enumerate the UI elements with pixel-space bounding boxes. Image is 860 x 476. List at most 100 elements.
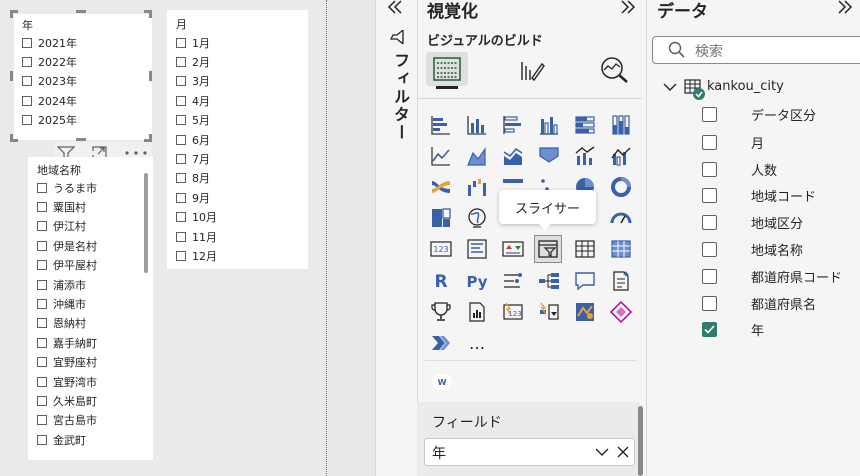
more-options-icon[interactable] [124,150,148,156]
resize-handle[interactable] [10,134,18,142]
checkbox[interactable] [176,192,186,203]
power-automate-flow-icon[interactable] [428,330,454,356]
slicer-item[interactable]: 2023年 [22,72,77,91]
field-item[interactable]: 年 [702,319,764,339]
area-chart-icon[interactable] [464,143,490,169]
slicer-item[interactable]: 宜野湾市 [37,372,97,391]
checkbox[interactable] [176,76,186,87]
checkbox[interactable] [176,57,186,68]
slicer-item[interactable]: 2022年 [22,52,77,71]
map-icon[interactable] [464,205,490,231]
checkbox[interactable] [22,95,32,106]
resize-handle[interactable] [144,134,152,142]
resize-handle[interactable] [10,71,13,81]
checkbox[interactable] [702,241,717,257]
waterfall-chart-icon[interactable] [464,174,490,200]
checkbox[interactable] [37,240,47,251]
decomposition-tree-icon[interactable] [536,268,562,294]
slicer-item[interactable]: 12月 [176,246,217,265]
checkbox[interactable] [37,182,47,193]
goals-icon[interactable] [428,299,454,325]
resize-handle[interactable] [76,10,86,13]
chevron-down-icon[interactable] [663,82,677,92]
slicer-item[interactable]: 粟国村 [37,197,97,216]
slicer-item[interactable]: 伊平屋村 [37,256,97,275]
checkbox[interactable] [37,260,47,271]
checkbox[interactable] [702,268,717,284]
paginated-report-icon[interactable] [464,299,490,325]
slicer-item[interactable]: 恩納村 [37,314,97,333]
checkbox[interactable] [37,202,47,213]
slicer-item[interactable]: 1月 [176,33,217,52]
line-and-column-chart-icon[interactable] [572,143,598,169]
checkbox-checked[interactable] [702,321,717,337]
checkbox[interactable] [22,37,32,48]
custom-visual-badge[interactable]: W [432,374,452,390]
slicer-item[interactable]: うるま市 [37,178,97,197]
clustered-bar-chart-icon[interactable] [500,112,526,138]
slicer-item[interactable]: 3月 [176,72,217,91]
checkbox[interactable] [176,37,186,48]
chevron-down-icon[interactable] [595,447,609,457]
stacked-area-chart-icon[interactable] [500,143,526,169]
checkbox[interactable] [176,212,186,223]
field-item[interactable]: 人数 [702,159,777,179]
analytics-icon[interactable] [598,56,630,84]
slicer-item[interactable]: 5月 [176,111,217,130]
azure-maps-icon[interactable] [572,299,598,325]
checkbox[interactable] [37,357,47,368]
gauge-icon[interactable] [608,205,634,231]
visualizations-scrollbar[interactable] [638,406,643,476]
resize-handle[interactable] [76,138,86,141]
ribbon-area-icon[interactable] [536,143,562,169]
chevron-double-right-icon[interactable] [619,0,637,14]
line-chart-icon[interactable] [428,143,454,169]
donut-chart-icon[interactable] [608,174,634,200]
checkbox[interactable] [37,395,47,406]
slicer-item[interactable]: 宮古島市 [37,411,97,430]
more-visuals-icon[interactable]: … [464,330,490,356]
checkbox[interactable] [22,115,32,126]
slicer-item[interactable]: 10月 [176,208,217,227]
python-visual-icon[interactable]: Py [464,268,490,294]
field-item[interactable]: 都道府県名 [702,293,816,313]
checkbox[interactable] [37,434,47,445]
power-automate-icon[interactable] [536,299,562,325]
qna-icon[interactable] [572,268,598,294]
slicer-item[interactable]: 嘉手納町 [37,333,97,352]
slicer-item[interactable]: 久米島町 [37,391,97,410]
slicer-icon[interactable] [534,235,562,263]
checkbox[interactable] [176,250,186,261]
slicer-item[interactable]: 2024年 [22,91,77,110]
filter-pane-label[interactable]: フィルター [388,52,412,142]
field-item[interactable]: 地域名称 [702,239,803,259]
chevron-double-left-icon[interactable] [386,0,404,14]
slicer-item[interactable]: 伊是名村 [37,236,97,255]
format-visual-icon[interactable] [518,58,546,84]
resize-handle[interactable] [10,10,18,18]
100-stacked-bar-chart-icon[interactable] [572,112,598,138]
field-item[interactable]: データ区分 [702,104,816,124]
field-item[interactable]: 都道府県コード [702,266,842,286]
100-stacked-column-chart-icon[interactable] [608,112,634,138]
multi-row-card-icon[interactable] [464,236,490,262]
ribbon-chart-icon[interactable] [428,174,454,200]
checkbox[interactable] [176,173,186,184]
close-icon[interactable] [617,446,629,458]
slicer-item[interactable]: 9月 [176,188,217,207]
field-item[interactable]: 月 [702,132,764,152]
field-item[interactable]: 地域コード [702,185,816,205]
checkbox[interactable] [702,134,717,150]
checkbox[interactable] [37,318,47,329]
smart-narrative-icon[interactable] [608,268,634,294]
r-visual-icon[interactable]: R [428,268,454,294]
slicer-item[interactable]: 金武町 [37,430,97,449]
slicer-item[interactable]: 沖縄市 [37,294,97,313]
resize-handle[interactable] [144,10,152,18]
checkbox[interactable] [176,95,186,106]
checkbox[interactable] [702,161,717,177]
checkbox[interactable] [176,231,186,242]
line-and-clustered-column-icon[interactable] [608,143,634,169]
slicer-item[interactable]: 伊江村 [37,217,97,236]
slicer-item[interactable]: 2月 [176,52,217,71]
